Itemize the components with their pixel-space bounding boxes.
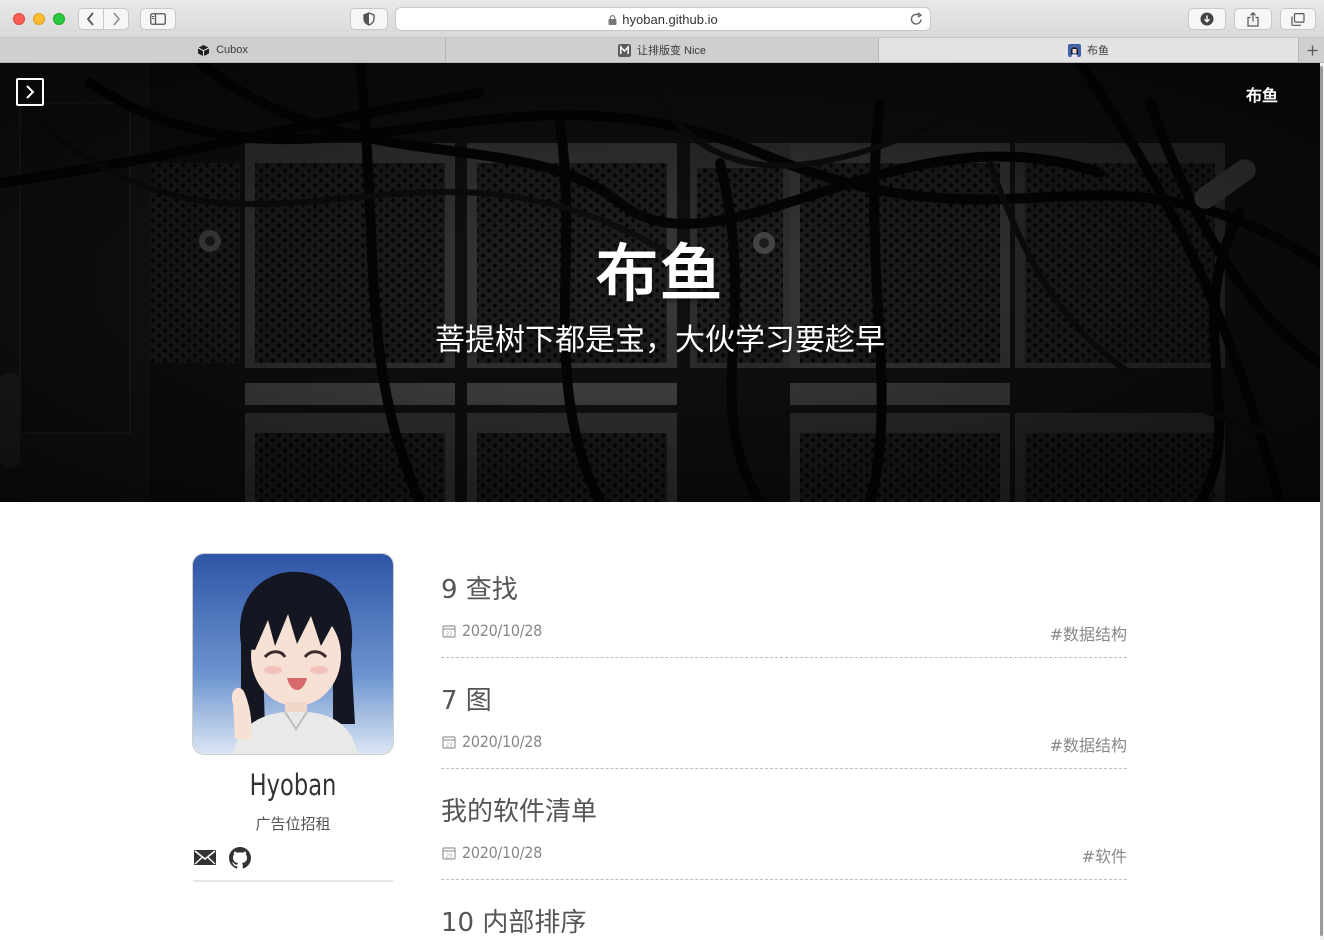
tab-label: Cubox bbox=[216, 44, 248, 56]
shield-icon bbox=[363, 12, 375, 26]
mail-icon[interactable] bbox=[193, 846, 217, 868]
share-button[interactable] bbox=[1234, 8, 1272, 30]
post-meta: 23 2020/10/28 #软件 bbox=[441, 843, 1127, 867]
post-divider bbox=[441, 879, 1127, 880]
tab-bar: Cubox 让排版变 Nice 布鱼 bbox=[0, 38, 1324, 63]
github-icon[interactable] bbox=[228, 846, 252, 870]
minimize-window-button[interactable] bbox=[33, 13, 45, 25]
post-title-link[interactable]: 我的软件清单 bbox=[441, 791, 597, 828]
url-text: hyoban.github.io bbox=[622, 12, 718, 27]
back-button[interactable] bbox=[78, 8, 104, 30]
scrollbar-thumb[interactable] bbox=[1320, 66, 1323, 936]
sidebar-icon bbox=[150, 13, 166, 25]
svg-text:23: 23 bbox=[446, 743, 452, 749]
post-tag-link[interactable]: #数据结构 bbox=[1050, 621, 1127, 645]
tab-overview-button[interactable] bbox=[1280, 8, 1316, 30]
avatar-favicon-icon bbox=[1068, 43, 1081, 57]
post-meta: 23 2020/10/28 #数据结构 bbox=[441, 732, 1127, 756]
browser-toolbar: hyoban.github.io bbox=[0, 0, 1324, 38]
post-title-link[interactable]: 7 图 bbox=[441, 680, 492, 717]
post-date: 2020/10/28 bbox=[462, 843, 542, 862]
calendar-icon: 23 bbox=[442, 847, 456, 860]
close-window-button[interactable] bbox=[13, 13, 25, 25]
cubox-icon bbox=[197, 44, 210, 56]
post-date: 2020/10/28 bbox=[462, 732, 542, 751]
hero-header: 布鱼 布鱼 菩提树下都是宝，大伙学习要趁早 bbox=[0, 63, 1320, 502]
share-icon bbox=[1247, 11, 1259, 27]
post-date: 2020/10/28 bbox=[462, 621, 542, 640]
author-description: 广告位招租 bbox=[255, 815, 331, 833]
post-tag-link[interactable]: #软件 bbox=[1082, 843, 1127, 867]
post-divider bbox=[441, 657, 1127, 658]
hero-title: 布鱼 bbox=[595, 237, 724, 310]
post-meta: 23 2020/10/28 #数据结构 bbox=[441, 621, 1127, 645]
hero-subtitle: 菩提树下都是宝，大伙学习要趁早 bbox=[435, 323, 885, 358]
tab-label: 布鱼 bbox=[1087, 45, 1109, 57]
svg-text:23: 23 bbox=[446, 632, 452, 638]
tab-buyu[interactable]: 布鱼 bbox=[879, 38, 1299, 62]
forward-button[interactable] bbox=[103, 8, 129, 30]
chevron-right-icon bbox=[26, 85, 35, 99]
privacy-report-button[interactable] bbox=[350, 8, 388, 30]
mdnice-icon bbox=[617, 43, 631, 57]
site-title-link[interactable]: 布鱼 bbox=[1246, 82, 1278, 106]
address-bar[interactable]: hyoban.github.io bbox=[395, 7, 931, 31]
new-tab-button[interactable] bbox=[1300, 38, 1324, 62]
calendar-icon: 23 bbox=[442, 736, 456, 749]
chevron-right-icon bbox=[113, 12, 121, 26]
anime-avatar-image bbox=[193, 554, 393, 754]
lock-icon bbox=[608, 15, 617, 25]
author-name: Hyoban bbox=[249, 768, 337, 802]
downloads-button[interactable] bbox=[1188, 8, 1226, 30]
svg-text:23: 23 bbox=[446, 854, 452, 860]
show-sidebar-button[interactable] bbox=[140, 8, 176, 30]
download-icon bbox=[1200, 12, 1214, 26]
reload-icon[interactable] bbox=[910, 12, 923, 26]
calendar-icon: 23 bbox=[442, 625, 456, 638]
sidebar-divider bbox=[193, 880, 393, 882]
post-title-link[interactable]: 9 查找 bbox=[441, 569, 518, 606]
menu-toggle-button[interactable] bbox=[16, 78, 44, 106]
post-divider bbox=[441, 768, 1127, 769]
post-tag-link[interactable]: #数据结构 bbox=[1050, 732, 1127, 756]
tab-label: 让排版变 Nice bbox=[636, 45, 707, 57]
zoom-window-button[interactable] bbox=[53, 13, 65, 25]
post-title-link[interactable]: 10 内部排序 bbox=[441, 902, 586, 939]
author-avatar bbox=[192, 553, 394, 755]
tab-mdnice[interactable]: 让排版变 Nice bbox=[446, 38, 879, 62]
chevron-left-icon bbox=[86, 12, 94, 26]
tab-overview-icon bbox=[1291, 12, 1305, 26]
plus-icon bbox=[1307, 45, 1317, 55]
tab-cubox[interactable]: Cubox bbox=[0, 38, 446, 62]
